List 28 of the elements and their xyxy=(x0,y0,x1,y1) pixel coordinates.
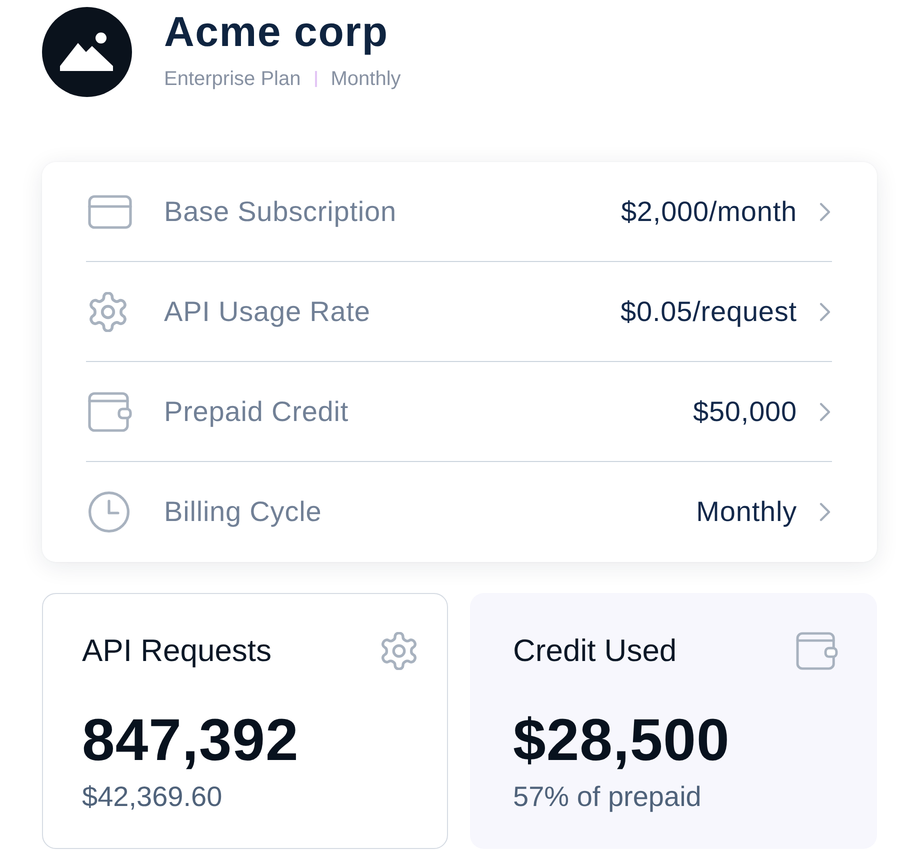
stat-title: Credit Used xyxy=(513,633,677,669)
credit-card-icon xyxy=(88,194,132,228)
company-name: Acme corp xyxy=(164,7,390,57)
billing-item-value: $50,000 xyxy=(692,396,797,428)
billing-item-value: $0.05/request xyxy=(620,296,797,328)
billing-period: Monthly xyxy=(330,67,401,91)
chevron-right-icon[interactable] xyxy=(819,302,831,322)
stat-detail: 57% of prepaid xyxy=(513,780,702,814)
billing-item-label: Billing Cycle xyxy=(164,496,322,528)
billing-item-value: Monthly xyxy=(696,496,797,528)
billing-item-value: $2,000/month xyxy=(620,196,797,228)
clock-icon xyxy=(88,491,130,533)
stat-value: $28,500 xyxy=(513,708,731,772)
billing-item-label: Prepaid Credit xyxy=(164,396,349,428)
mountain-logo-icon xyxy=(42,7,132,97)
stat-detail: $42,369.60 xyxy=(82,780,224,814)
wallet-icon xyxy=(796,632,838,670)
billing-item-label: API Usage Rate xyxy=(164,296,370,328)
stat-title: API Requests xyxy=(82,633,272,669)
wallet-icon xyxy=(88,392,132,432)
gear-icon xyxy=(380,632,418,670)
gear-icon xyxy=(88,292,128,332)
plan-name: Enterprise Plan xyxy=(164,67,301,91)
chevron-right-icon[interactable] xyxy=(819,502,831,522)
chevron-right-icon[interactable] xyxy=(819,202,831,222)
chevron-right-icon[interactable] xyxy=(819,402,831,422)
billing-item-label: Base Subscription xyxy=(164,196,396,228)
stat-value: 847,392 xyxy=(82,708,300,772)
